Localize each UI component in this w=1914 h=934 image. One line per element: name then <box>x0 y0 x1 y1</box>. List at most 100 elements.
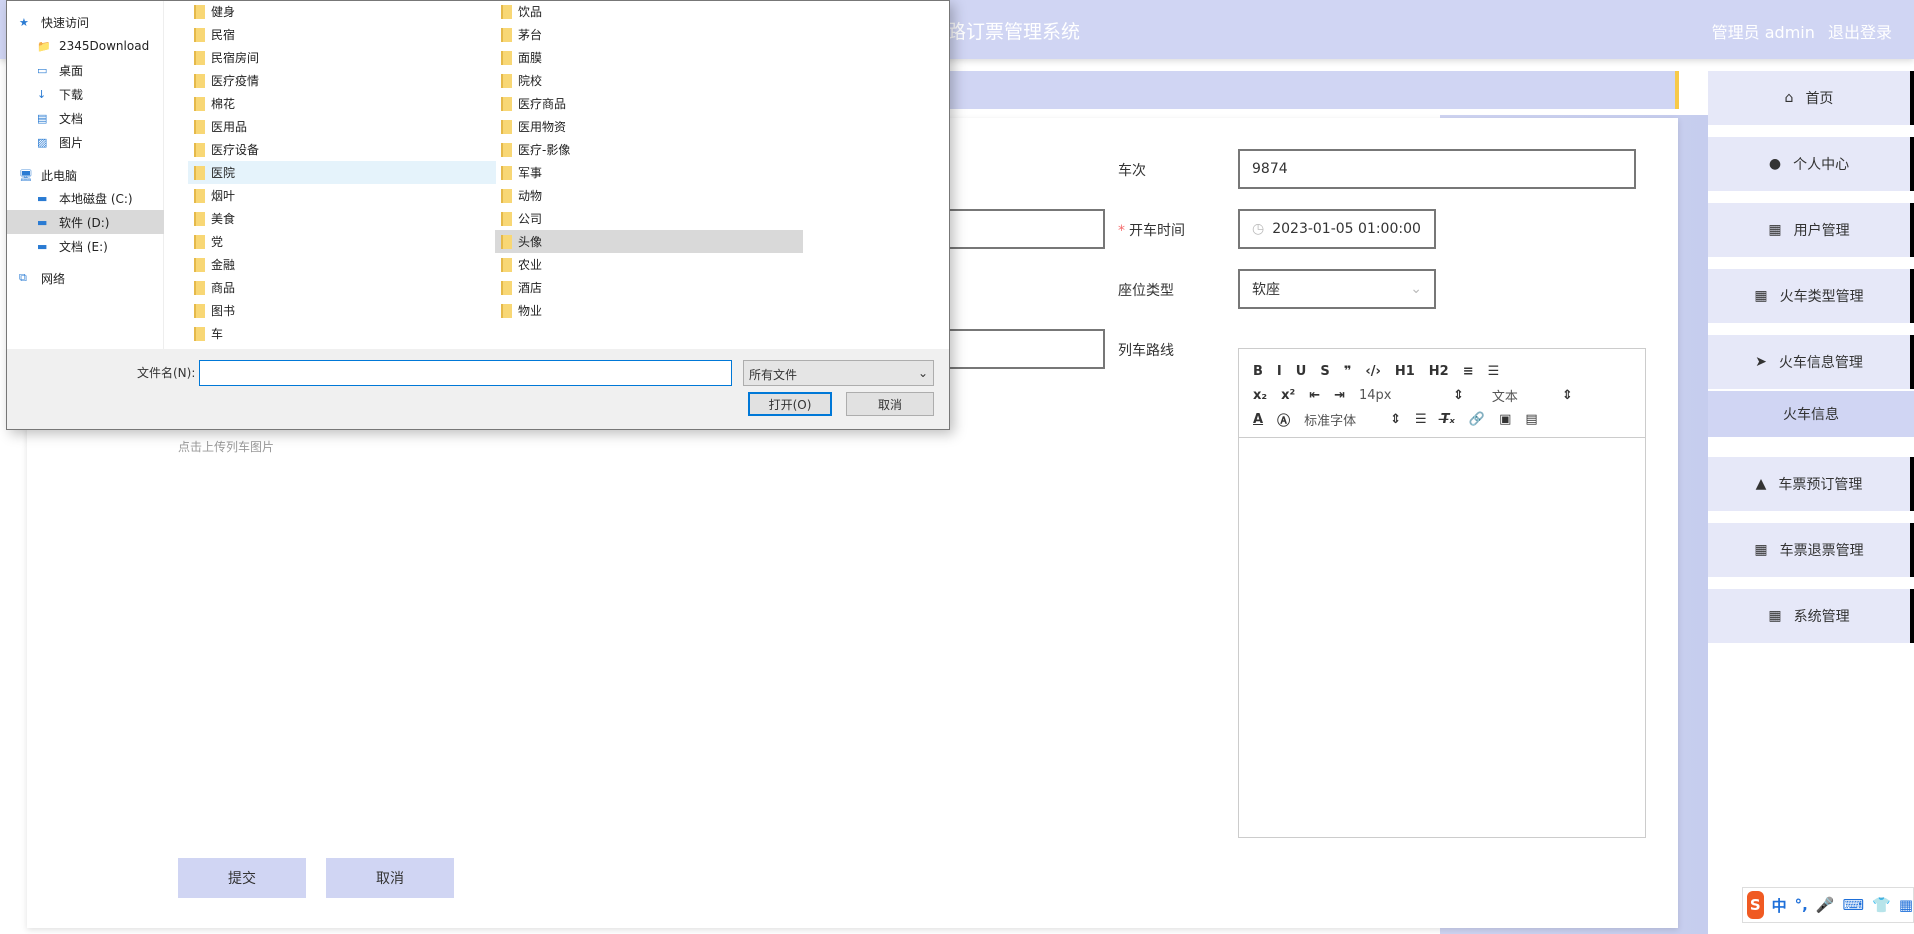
nav-pane-item[interactable]: ▨ 图片 <box>7 130 164 154</box>
toolbar-row-1: B I U S ❞ ‹/› H1 H2 ≡ ☰ <box>1253 359 1631 383</box>
video-button[interactable]: ▤ <box>1525 412 1537 427</box>
folder-item[interactable]: 军事 <box>495 161 803 184</box>
toolbar-button[interactable]: H2 <box>1429 364 1449 379</box>
folder-item[interactable]: 医用品 <box>188 115 496 138</box>
rich-text-editor[interactable]: B I U S ❞ ‹/› H1 H2 ≡ ☰ x₂ x² ⇤ ⇥ 14px ⇕ 文本 ⇕ A Ⓐ 标准字体… <box>1238 348 1646 838</box>
folder-item[interactable]: 医疗设备 <box>188 138 496 161</box>
filename-input[interactable] <box>199 360 732 386</box>
toolbar-button[interactable]: B <box>1253 364 1263 379</box>
ime-button[interactable]: 中 <box>1772 895 1787 916</box>
seat-type-select[interactable]: 软座 ⌄ <box>1238 269 1436 309</box>
ime-button[interactable]: ⌨ <box>1842 896 1864 914</box>
outdent-button[interactable]: ⇤ <box>1309 388 1320 403</box>
clear-format-button[interactable]: T̶ₓ <box>1441 412 1455 427</box>
folder-item[interactable]: 院校 <box>495 69 803 92</box>
nav-pane-item[interactable]: ▬ 软件 (D:) <box>7 210 164 234</box>
folder-icon <box>194 326 205 341</box>
header-select[interactable]: 文本 <box>1478 386 1548 405</box>
toolbar-button[interactable]: ❞ <box>1344 364 1352 379</box>
file-type-select[interactable]: 所有文件 ⌄ <box>743 360 934 386</box>
toolbar-button[interactable]: ☰ <box>1488 364 1500 379</box>
sidebar-item[interactable]: ⌂ 首页 <box>1708 71 1914 125</box>
train-no-input[interactable]: 9874 <box>1238 149 1636 189</box>
sidebar-item[interactable]: ▦ 车票退票管理 <box>1708 523 1914 577</box>
background-color-button[interactable]: Ⓐ <box>1277 410 1290 429</box>
folder-item[interactable]: 民宿房间 <box>188 46 496 69</box>
folder-item[interactable]: 农业 <box>495 253 803 276</box>
nav-pane-item[interactable]: 📁 2345Download <box>7 34 164 58</box>
folder-item[interactable]: 茅台 <box>495 23 803 46</box>
sidebar-item[interactable]: ▦ 系统管理 <box>1708 589 1914 643</box>
nav-pane-item[interactable]: ⧉ 网络 <box>7 266 164 290</box>
nav-pane-item[interactable]: ▭ 桌面 <box>7 58 164 82</box>
folder-item[interactable]: 医疗疫情 <box>188 69 496 92</box>
toolbar-button[interactable]: I <box>1277 364 1282 379</box>
dialog-cancel-button[interactable]: 取消 <box>846 392 934 416</box>
align-button[interactable]: ☰ <box>1415 412 1427 427</box>
folder-icon <box>501 280 512 295</box>
subscript-button[interactable]: x₂ <box>1253 388 1267 403</box>
submit-button[interactable]: 提交 <box>178 858 306 898</box>
ime-button[interactable]: 👕 <box>1872 896 1891 914</box>
nav-pane-item[interactable]: ▤ 文档 <box>7 106 164 130</box>
folder-item[interactable]: 烟叶 <box>188 184 496 207</box>
cancel-button[interactable]: 取消 <box>326 858 454 898</box>
folder-item[interactable]: 公司 <box>495 207 803 230</box>
filename-label: 文件名(N): <box>137 366 196 380</box>
folder-item[interactable]: 党 <box>188 230 496 253</box>
toolbar-button[interactable]: H1 <box>1395 364 1415 379</box>
folder-name: 茅台 <box>518 28 543 42</box>
folder-item[interactable]: 金融 <box>188 253 496 276</box>
folder-item[interactable]: 车 <box>188 322 496 345</box>
folder-item[interactable]: 图书 <box>188 299 496 322</box>
toolbar-button[interactable]: S <box>1320 364 1329 379</box>
folder-item[interactable]: 医疗-影像 <box>495 138 803 161</box>
toolbar-button[interactable]: ‹/› <box>1365 364 1380 379</box>
font-family-select[interactable]: 标准字体 <box>1304 410 1376 429</box>
nav-pane-item[interactable]: ▬ 文档 (E:) <box>7 234 164 258</box>
sidebar-item[interactable]: 火车信息 <box>1708 391 1914 437</box>
folder-item[interactable]: 民宿 <box>188 23 496 46</box>
route-label: 列车路线 <box>1118 343 1174 359</box>
folder-item[interactable]: 头像 <box>495 230 803 253</box>
folder-item[interactable]: 医院 <box>188 161 496 184</box>
sidebar-item[interactable]: ● 个人中心 <box>1708 137 1914 191</box>
toolbar-button[interactable]: ≡ <box>1463 364 1474 379</box>
folder-item[interactable]: 医用物资 <box>495 115 803 138</box>
nav-pane-item[interactable]: 🖥 此电脑 <box>7 163 164 187</box>
sidebar-item[interactable]: ▦ 火车类型管理 <box>1708 269 1914 323</box>
font-color-button[interactable]: A <box>1253 412 1263 427</box>
font-size-select[interactable]: 14px <box>1359 388 1439 403</box>
folder-item[interactable]: 健身 <box>188 0 496 23</box>
nav-pane-item[interactable]: ★ 快速访问 <box>7 10 164 34</box>
file-list: 健身 民宿 民宿房间 医疗疫情 棉花 医用品 医疗设备 医院 烟叶 美食党金融 商品 图书车 饮品茅台面… <box>164 1 949 349</box>
ime-button[interactable]: ▦ <box>1899 896 1913 914</box>
folder-item[interactable]: 美食 <box>188 207 496 230</box>
sidebar-item[interactable]: ▲ 车票预订管理 <box>1708 457 1914 511</box>
ime-button[interactable]: °, <box>1795 896 1808 914</box>
logout-link[interactable]: 退出登录 <box>1828 23 1892 42</box>
folder-item[interactable]: 商品 <box>188 276 496 299</box>
depart-time-input[interactable]: ◷ 2023-01-05 01:00:00 <box>1238 209 1436 249</box>
folder-item[interactable]: 面膜 <box>495 46 803 69</box>
folder-item[interactable]: 酒店 <box>495 276 803 299</box>
left-field-input-2[interactable] <box>940 329 1105 369</box>
superscript-button[interactable]: x² <box>1281 388 1295 403</box>
toolbar-button[interactable]: U <box>1296 364 1307 379</box>
left-field-input[interactable] <box>940 209 1105 249</box>
nav-pane-item[interactable]: ↓ 下载 <box>7 82 164 106</box>
nav-item-icon: ⧉ <box>19 271 27 284</box>
folder-item[interactable]: 医疗商品 <box>495 92 803 115</box>
sidebar-item[interactable]: ▦ 用户管理 <box>1708 203 1914 257</box>
open-button[interactable]: 打开(O) <box>748 392 832 416</box>
folder-item[interactable]: 饮品 <box>495 0 803 23</box>
nav-pane-item[interactable]: ▬ 本地磁盘 (C:) <box>7 186 164 210</box>
sidebar-item[interactable]: ➤ 火车信息管理 <box>1708 335 1914 389</box>
folder-item[interactable]: 动物 <box>495 184 803 207</box>
ime-button[interactable]: 🎤 <box>1816 896 1835 914</box>
folder-item[interactable]: 棉花 <box>188 92 496 115</box>
indent-button[interactable]: ⇥ <box>1334 388 1345 403</box>
image-button[interactable]: ▣ <box>1499 412 1511 427</box>
folder-item[interactable]: 物业 <box>495 299 803 322</box>
link-button[interactable]: 🔗 <box>1469 412 1485 427</box>
